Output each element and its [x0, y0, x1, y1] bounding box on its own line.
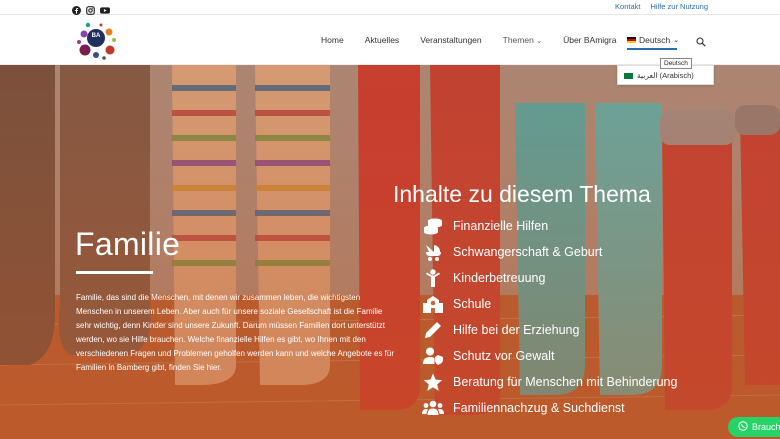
youtube-icon[interactable]: [100, 2, 110, 14]
topic-hilfe-erziehung[interactable]: Hilfe bei der Erziehung: [422, 320, 579, 340]
topic-schwangerschaft-geburt[interactable]: Schwangerschaft & Geburt: [422, 242, 602, 262]
coins-icon: [422, 216, 444, 236]
topic-kinderbetreuung[interactable]: Kinderbetreuung: [422, 268, 545, 288]
pencil-icon: [422, 320, 444, 340]
topic-label: Kinderbetreuung: [453, 271, 546, 285]
kontakt-link[interactable]: Kontakt: [615, 2, 640, 11]
topic-label: Schule: [453, 297, 492, 311]
whatsapp-button[interactable]: Brauch: [728, 417, 780, 437]
nav-home[interactable]: Home: [321, 35, 344, 45]
nav-veranstaltungen[interactable]: Veranstaltungen: [420, 35, 481, 45]
whatsapp-label: Brauch: [752, 422, 780, 432]
social-links: [72, 2, 110, 15]
child-icon: [422, 268, 444, 288]
hilfe-link[interactable]: Hilfe zur Nutzung: [650, 2, 708, 11]
chevron-down-icon: ⌄: [673, 37, 680, 44]
topic-label: Beratung für Menschen mit Behinderung: [453, 375, 678, 389]
topic-label: Schutz vor Gewalt: [453, 349, 555, 363]
facebook-icon[interactable]: [72, 2, 81, 15]
school-icon: [422, 294, 444, 314]
top-links: Kontakt Hilfe zur Nutzung: [615, 2, 708, 11]
intro-text: Familie, das sind die Menschen, mit dene…: [76, 293, 394, 372]
language-option-arabic-label: العربية (Arabisch): [637, 71, 694, 80]
user-shield-icon: [422, 346, 444, 366]
topic-familiennachzug[interactable]: Familiennachzug & Suchdienst: [422, 398, 625, 418]
topic-label: Hilfe bei der Erziehung: [453, 323, 580, 337]
topic-label: Finanzielle Hilfen: [453, 219, 549, 233]
nav-themen[interactable]: Themen ⌄: [503, 35, 542, 45]
topics-heading: Inhalte zu diesem Thema: [393, 181, 651, 207]
page-title: Familie: [75, 226, 181, 262]
whatsapp-icon: [738, 421, 748, 433]
search-icon[interactable]: [696, 34, 706, 47]
baby-carriage-icon: [422, 242, 444, 262]
users-icon: [422, 398, 444, 418]
nav-ueber-bamigra[interactable]: Über BAmigra: [563, 35, 616, 45]
star-icon: [422, 372, 444, 392]
language-label: Deutsch: [639, 35, 671, 45]
topic-schule[interactable]: Schule: [422, 294, 491, 314]
chevron-down-icon: ⌄: [536, 38, 543, 45]
main-nav: Home Aktuelles Veranstaltungen Themen ⌄ …: [321, 35, 637, 45]
topic-label: Familiennachzug & Suchdienst: [453, 401, 625, 415]
nav-themen-label: Themen: [502, 35, 534, 45]
topic-beratung-behinderung[interactable]: Beratung für Menschen mit Behinderung: [422, 372, 677, 392]
nav-aktuelles[interactable]: Aktuelles: [365, 35, 400, 45]
topic-finanzielle-hilfen[interactable]: Finanzielle Hilfen: [422, 216, 548, 236]
instagram-icon[interactable]: [86, 2, 95, 15]
language-option-arabic[interactable]: العربية (Arabisch): [624, 71, 694, 80]
language-switcher[interactable]: Deutsch ⌄: [627, 35, 680, 50]
language-tooltip: Deutsch: [660, 58, 692, 69]
top-bar: Kontakt Hilfe zur Nutzung: [0, 0, 780, 15]
german-flag-icon: [627, 37, 636, 43]
title-underline: [76, 271, 153, 274]
site-logo[interactable]: BA: [74, 20, 120, 62]
topic-schutz-gewalt[interactable]: Schutz vor Gewalt: [422, 346, 554, 366]
saudi-flag-icon: [624, 72, 633, 79]
language-underline: [627, 48, 677, 50]
topic-label: Schwangerschaft & Geburt: [453, 245, 603, 259]
logo-text: BA: [92, 33, 101, 39]
